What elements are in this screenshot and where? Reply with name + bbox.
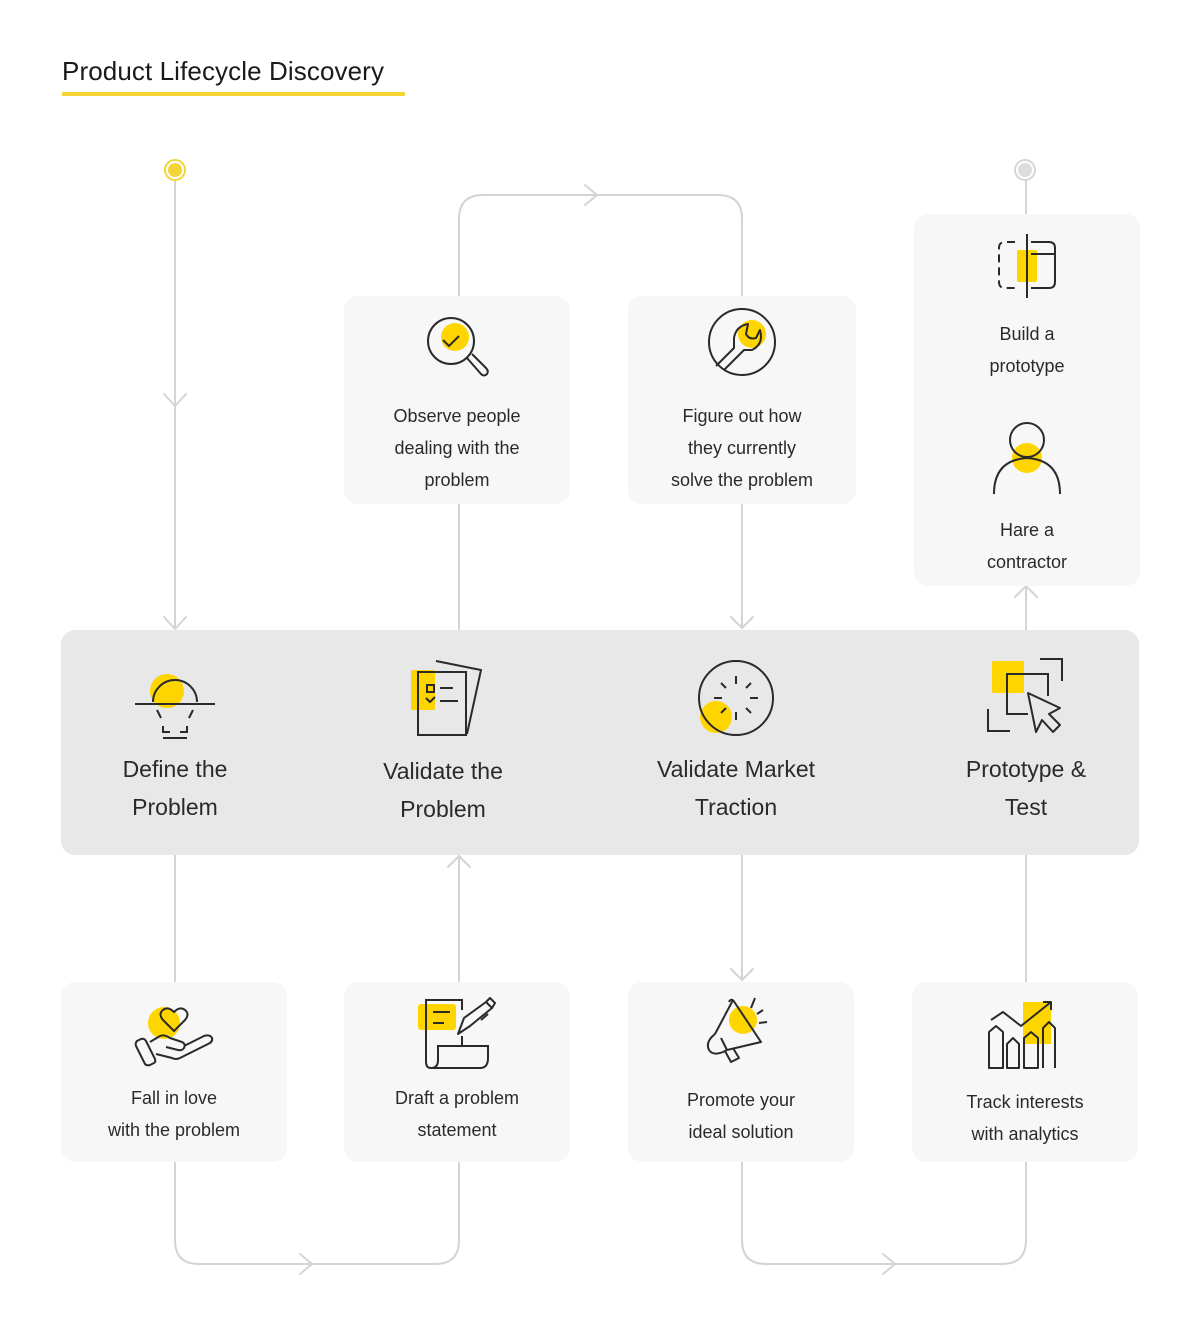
cursor-select-icon xyxy=(987,658,1063,733)
stage-label-line: Traction xyxy=(694,794,778,820)
step-card-prototype-hire[interactable]: Build a prototype Hare a contractor xyxy=(914,214,1140,586)
step-card-observe[interactable]: Observe people dealing with the problem xyxy=(344,296,570,504)
stage-define[interactable]: Define the Problem xyxy=(75,656,275,826)
step-label-line: statement xyxy=(417,1120,497,1140)
step-label-line: Track interests xyxy=(966,1092,1084,1112)
person-icon xyxy=(993,422,1061,495)
start-marker xyxy=(164,159,186,181)
step-label-line: Figure out how xyxy=(682,406,802,426)
stage-label-line: Problem xyxy=(400,796,486,822)
magnifier-check-icon xyxy=(427,317,489,377)
document-pen-icon xyxy=(418,997,496,1069)
step-label-line: contractor xyxy=(986,552,1068,572)
lightbulb-icon xyxy=(135,674,215,739)
step-label-line: problem xyxy=(424,470,490,490)
step-card-draft-statement[interactable]: Draft a problem statement xyxy=(344,982,570,1162)
step-card-figure-out[interactable]: Figure out how they currently solve the … xyxy=(628,296,856,504)
step-label-line: Draft a problem xyxy=(394,1088,520,1108)
end-marker xyxy=(1014,159,1036,181)
step-card-fall-in-love[interactable]: Fall in love with the problem xyxy=(61,982,287,1162)
connector-promote-to-track xyxy=(741,1161,1027,1265)
checklist-documents-icon xyxy=(411,660,483,736)
step-build-prototype[interactable]: Build a prototype xyxy=(914,232,1140,382)
wrench-icon xyxy=(708,308,776,376)
step-label-line: dealing with the xyxy=(394,438,520,458)
stage-label-line: Define the xyxy=(122,756,228,782)
step-label-line: Build a xyxy=(999,324,1055,344)
stage-label-line: Test xyxy=(1004,794,1048,820)
stage-label-line: Prototype & xyxy=(965,756,1087,782)
stage-label-line: Validate the xyxy=(383,758,503,784)
step-label-line: prototype xyxy=(989,356,1065,376)
step-hire-contractor[interactable]: Hare a contractor xyxy=(914,422,1140,578)
hand-heart-icon xyxy=(134,1007,214,1067)
step-card-track-analytics[interactable]: Track interests with analytics xyxy=(912,982,1138,1162)
step-label-line: Promote your xyxy=(686,1090,796,1110)
step-label-line: ideal solution xyxy=(688,1122,794,1142)
step-label-line: they currently xyxy=(687,438,797,458)
step-label-line: with the problem xyxy=(107,1120,241,1140)
megaphone-icon xyxy=(706,997,768,1063)
step-label-line: solve the problem xyxy=(670,470,814,490)
step-card-promote[interactable]: Promote your ideal solution xyxy=(628,982,854,1162)
step-label-line: Observe people xyxy=(393,406,521,426)
stage-prototype-test[interactable]: Prototype & Test xyxy=(926,656,1126,826)
stage-label-line: Problem xyxy=(132,794,218,820)
analytics-chart-icon xyxy=(988,1001,1056,1069)
loading-spinner-icon xyxy=(698,660,774,736)
stage-label-line: Validate Market xyxy=(656,756,816,782)
stage-validate-market[interactable]: Validate Market Traction xyxy=(636,656,836,826)
step-label-line: Fall in love xyxy=(130,1088,218,1108)
connector-observe-to-figure xyxy=(458,194,743,297)
step-label-line: Hare a xyxy=(999,520,1055,540)
step-label-line: with analytics xyxy=(971,1124,1079,1144)
prototype-frame-icon xyxy=(998,234,1056,298)
connector-fall-in-love-to-draft xyxy=(174,1161,460,1265)
stage-validate-problem[interactable]: Validate the Problem xyxy=(343,658,543,828)
